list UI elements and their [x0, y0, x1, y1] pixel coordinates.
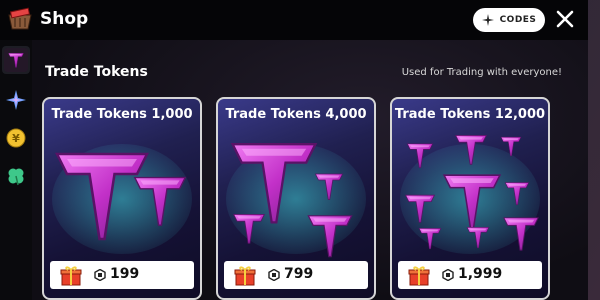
- trade-tokens-art: [52, 144, 192, 254]
- codes-button[interactable]: CODES: [473, 8, 545, 32]
- card-title: Trade Tokens 1,000: [51, 107, 193, 122]
- price-button[interactable]: 1,999: [398, 261, 542, 289]
- sparkle-icon: [481, 14, 494, 26]
- close-icon[interactable]: [555, 9, 575, 29]
- section-subtitle: Used for Trading with everyone!: [401, 67, 562, 78]
- sidebar-item-sparkle[interactable]: [2, 86, 30, 114]
- trade-token-icon: [4, 48, 28, 72]
- shop-content: Trade Tokens Used for Trading with every…: [32, 40, 588, 300]
- sidebar-item-yen[interactable]: ¥: [2, 124, 30, 152]
- price-label: 199: [110, 266, 140, 282]
- sparkle-icon: [6, 90, 26, 110]
- sidebar-item-clover[interactable]: [2, 162, 30, 190]
- gift-icon[interactable]: [60, 265, 82, 287]
- price-label: 1,999: [458, 266, 503, 282]
- product-card-1000[interactable]: Trade Tokens 1,000 199: [42, 97, 202, 300]
- card-title: Trade Tokens 4,000: [225, 107, 367, 122]
- svg-text:¥: ¥: [12, 132, 20, 145]
- sidebar-item-trade-tokens[interactable]: [2, 46, 30, 74]
- yen-coin-icon: ¥: [6, 128, 26, 148]
- title-bar: Shop CODES: [0, 0, 588, 40]
- product-card-12000[interactable]: Trade Tokens 12,000 1,999: [390, 97, 550, 300]
- category-sidebar: ¥: [0, 40, 32, 300]
- robux-icon: [442, 269, 454, 281]
- section-title: Trade Tokens: [45, 64, 148, 80]
- shop-cart-icon: [8, 7, 32, 30]
- codes-label: CODES: [499, 15, 537, 25]
- trade-tokens-art: [400, 134, 540, 254]
- shop-window: Shop CODES ¥ Trade Tokens Used for Tradi…: [0, 0, 588, 300]
- robux-icon: [94, 269, 106, 281]
- gift-icon[interactable]: [408, 265, 430, 287]
- trade-tokens-art: [226, 142, 366, 258]
- price-button[interactable]: 799: [224, 261, 368, 289]
- card-title: Trade Tokens 12,000: [394, 107, 546, 122]
- price-label: 799: [284, 266, 314, 282]
- product-card-4000[interactable]: Trade Tokens 4,000 799: [216, 97, 376, 300]
- robux-icon: [268, 269, 280, 281]
- clover-icon: [8, 168, 24, 186]
- gift-icon[interactable]: [234, 265, 256, 287]
- window-title: Shop: [40, 9, 89, 29]
- price-button[interactable]: 199: [50, 261, 194, 289]
